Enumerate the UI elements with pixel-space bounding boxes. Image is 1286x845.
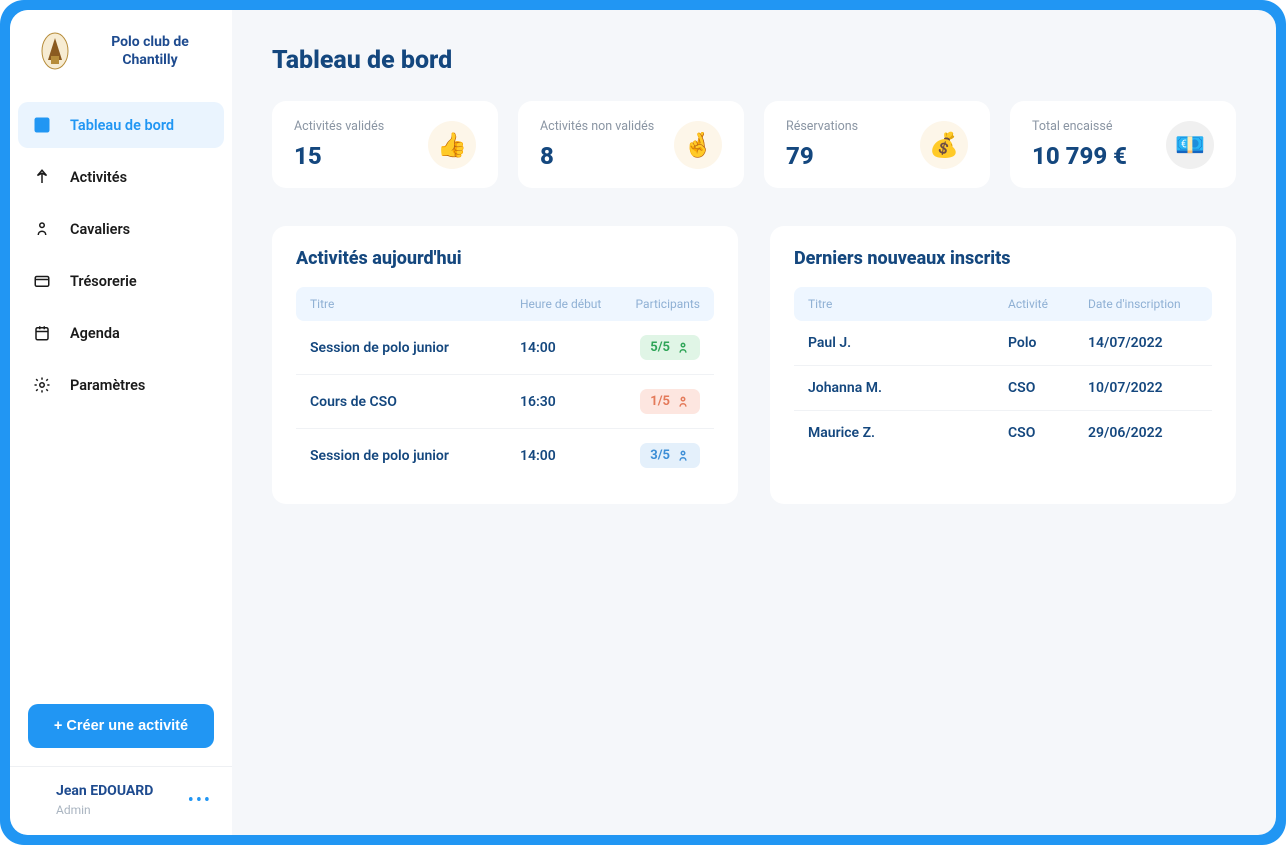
dashboard-icon <box>32 115 52 135</box>
cell-name: Maurice Z. <box>808 425 1008 441</box>
nav-agenda[interactable]: Agenda <box>18 310 224 356</box>
participants-badge: 3/5 <box>640 443 700 468</box>
agenda-icon <box>32 323 52 343</box>
brand-name: Polo club de Chantilly <box>86 33 214 69</box>
thumbs-up-icon: 👍 <box>428 121 476 169</box>
nav-dashboard[interactable]: Tableau de bord <box>18 102 224 148</box>
nav-label: Agenda <box>70 325 120 342</box>
th-start: Heure de début <box>520 297 620 311</box>
th-title: Titre <box>808 297 1008 311</box>
th-activity: Activité <box>1008 297 1088 311</box>
panel-title: Derniers nouveaux inscrits <box>794 248 1212 269</box>
person-icon <box>676 395 690 409</box>
nav-label: Paramètres <box>70 377 145 394</box>
cell-date: 10/07/2022 <box>1088 380 1198 396</box>
nav-riders[interactable]: Cavaliers <box>18 206 224 252</box>
user-role: Admin <box>56 803 153 817</box>
stat-not-validated: Activités non validés 8 🤞 <box>518 101 744 188</box>
cell-title: Session de polo junior <box>310 448 520 464</box>
fingers-crossed-icon: 🤞 <box>674 121 722 169</box>
club-logo-icon <box>38 30 72 72</box>
user-block: Jean EDOUARD Admin ••• <box>10 766 232 835</box>
euro-banknote-icon: 💶 <box>1166 121 1214 169</box>
sidebar: Polo club de Chantilly Tableau de bord A… <box>10 10 232 835</box>
stat-label: Activités validés <box>294 119 384 134</box>
table-row[interactable]: Session de polo junior 14:00 5/5 <box>296 321 714 375</box>
nav-label: Tableau de bord <box>70 117 174 134</box>
cell-activity: CSO <box>1008 380 1088 396</box>
cell-activity: CSO <box>1008 425 1088 441</box>
activities-icon <box>32 167 52 187</box>
participants-badge: 1/5 <box>640 389 700 414</box>
cell-name: Johanna M. <box>808 380 1008 396</box>
nav-settings[interactable]: Paramètres <box>18 362 224 408</box>
treasury-icon <box>32 271 52 291</box>
app-frame: Polo club de Chantilly Tableau de bord A… <box>0 0 1286 845</box>
create-activity-button[interactable]: + Créer une activité <box>28 704 214 748</box>
panel-today: Activités aujourd'hui Titre Heure de déb… <box>272 226 738 504</box>
nav-activities[interactable]: Activités <box>18 154 224 200</box>
gear-icon <box>32 375 52 395</box>
stat-row: Activités validés 15 👍 Activités non val… <box>272 101 1236 188</box>
nav-label: Activités <box>70 169 127 186</box>
stat-value: 8 <box>540 142 654 170</box>
table-row[interactable]: Paul J. Polo 14/07/2022 <box>794 321 1212 366</box>
table-row[interactable]: Cours de CSO 16:30 1/5 <box>296 375 714 429</box>
user-menu-button[interactable]: ••• <box>188 790 212 811</box>
panel-title: Activités aujourd'hui <box>296 248 714 269</box>
nav-treasury[interactable]: Trésorerie <box>18 258 224 304</box>
table-row[interactable]: Session de polo junior 14:00 3/5 <box>296 429 714 482</box>
page-title: Tableau de bord <box>272 46 1236 75</box>
main: Tableau de bord Activités validés 15 👍 A… <box>232 10 1276 835</box>
riders-icon <box>32 219 52 239</box>
panel-signups: Derniers nouveaux inscrits Titre Activit… <box>770 226 1236 504</box>
cell-name: Paul J. <box>808 335 1008 351</box>
th-date: Date d'inscription <box>1088 297 1198 311</box>
th-title: Titre <box>310 297 520 311</box>
cell-start: 14:00 <box>520 448 620 464</box>
cell-start: 16:30 <box>520 394 620 410</box>
person-icon <box>676 449 690 463</box>
table-row[interactable]: Maurice Z. CSO 29/06/2022 <box>794 411 1212 455</box>
cell-title: Cours de CSO <box>310 394 520 410</box>
user-name: Jean EDOUARD <box>56 783 153 799</box>
table-header: Titre Heure de début Participants <box>296 287 714 321</box>
brand-block: Polo club de Chantilly <box>10 10 232 102</box>
app-inner: Polo club de Chantilly Tableau de bord A… <box>10 10 1276 835</box>
nav-label: Cavaliers <box>70 221 130 238</box>
cell-date: 14/07/2022 <box>1088 335 1198 351</box>
stat-label: Activités non validés <box>540 119 654 134</box>
stat-value: 79 <box>786 142 858 170</box>
money-bag-icon: 💰 <box>920 121 968 169</box>
person-icon <box>676 341 690 355</box>
th-participants: Participants <box>620 297 700 311</box>
stat-value: 15 <box>294 142 384 170</box>
table-header: Titre Activité Date d'inscription <box>794 287 1212 321</box>
nav-label: Trésorerie <box>70 273 137 290</box>
stat-label: Total encaissé <box>1032 119 1127 134</box>
table-row[interactable]: Johanna M. CSO 10/07/2022 <box>794 366 1212 411</box>
stat-reservations: Réservations 79 💰 <box>764 101 990 188</box>
panels: Activités aujourd'hui Titre Heure de déb… <box>272 226 1236 504</box>
stat-value: 10 799 € <box>1032 142 1127 170</box>
cell-start: 14:00 <box>520 340 620 356</box>
cell-activity: Polo <box>1008 335 1088 351</box>
cell-date: 29/06/2022 <box>1088 425 1198 441</box>
stat-total: Total encaissé 10 799 € 💶 <box>1010 101 1236 188</box>
cell-title: Session de polo junior <box>310 340 520 356</box>
nav: Tableau de bord Activités Cavaliers <box>10 102 232 414</box>
stat-label: Réservations <box>786 119 858 134</box>
stat-validated: Activités validés 15 👍 <box>272 101 498 188</box>
participants-badge: 5/5 <box>640 335 700 360</box>
